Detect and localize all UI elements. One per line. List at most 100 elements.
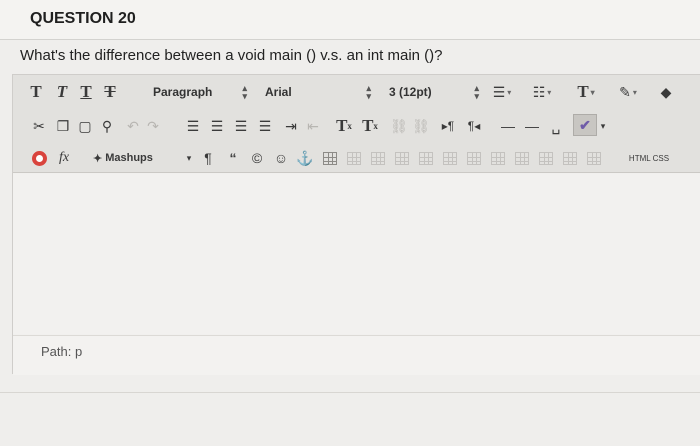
find-button[interactable]: ⚲: [97, 115, 117, 137]
anchor-button[interactable]: ⚓: [295, 147, 315, 169]
record-button[interactable]: [29, 147, 49, 169]
toolbar-row-2: ✂ ❐ ▢ ⚲ ↶ ↷ ☰ ☰ ☰ ☰ ⇥ ⇤ Tx Tx ⛓ ⛓ ▸¶ ¶◂ …: [13, 111, 700, 141]
cell-props-button[interactable]: [393, 147, 411, 169]
subscript-button[interactable]: Tx: [359, 115, 381, 137]
delete-col-icon: [539, 151, 553, 165]
delete-row-button[interactable]: [465, 147, 483, 169]
scissors-icon: ✂: [33, 117, 45, 134]
quote-icon: “: [229, 150, 237, 166]
numbered-list-button[interactable]: ☷ ▾: [529, 81, 555, 103]
align-left-button[interactable]: ☰: [183, 115, 203, 137]
paragraph-select[interactable]: Paragraph ▴ ▾: [153, 82, 249, 102]
outdent-button[interactable]: ⇤: [303, 115, 323, 137]
size-select[interactable]: 3 (12pt) ▴ ▾: [389, 82, 481, 102]
numbered-list-icon: ☷: [532, 83, 546, 100]
paste-icon: ▢: [78, 117, 92, 134]
redo-button[interactable]: ↷: [143, 115, 163, 137]
mashups-label: Mashups: [105, 152, 153, 164]
font-select-value: Arial: [265, 85, 292, 99]
rtl-button[interactable]: ¶◂: [463, 115, 485, 137]
math-formula-button[interactable]: fx: [53, 147, 75, 169]
subscript-icon: T: [362, 116, 374, 135]
blockquote-button[interactable]: “: [223, 147, 243, 169]
copy-icon: ❐: [56, 117, 70, 134]
clear-format-button[interactable]: ◆: [655, 81, 677, 103]
html-css-button[interactable]: HTML CSS: [625, 147, 673, 169]
merge-cells-icon: [587, 151, 601, 165]
record-icon: [31, 150, 47, 166]
insert-table-button[interactable]: [321, 147, 339, 169]
merge-cells-button[interactable]: [585, 147, 603, 169]
underline-button[interactable]: T: [77, 81, 95, 103]
cut-button[interactable]: ✂: [29, 115, 49, 137]
insert-col-before-button[interactable]: [489, 147, 507, 169]
bold-button[interactable]: T: [27, 81, 45, 103]
align-center-icon: ☰: [210, 117, 224, 134]
copy-button[interactable]: ❐: [53, 115, 73, 137]
highlight-button[interactable]: ✎ ▾: [613, 81, 643, 103]
row-props-icon: [371, 151, 385, 165]
table-props-icon: [347, 151, 361, 165]
strikethrough-button[interactable]: T: [101, 81, 119, 103]
select-arrows-icon: ▴ ▾: [366, 83, 371, 101]
bullet-list-icon: ☰: [492, 83, 506, 100]
search-icon: ⚲: [101, 117, 113, 134]
align-justify-button[interactable]: ☰: [255, 115, 275, 137]
align-center-button[interactable]: ☰: [207, 115, 227, 137]
paragraph-mark-button[interactable]: ¶: [199, 147, 217, 169]
size-select-value: 3 (12pt): [389, 85, 432, 99]
cell-props-icon: [395, 151, 409, 165]
path-label: Path: p: [41, 344, 83, 359]
smiley-icon: ☺: [273, 150, 289, 166]
italic-button[interactable]: T: [53, 81, 71, 103]
spellcheck-dropdown[interactable]: ▾: [597, 115, 609, 137]
chevron-down-icon: ▾: [186, 152, 192, 163]
insert-row-after-button[interactable]: [441, 147, 459, 169]
mashups-dropdown[interactable]: ▾: [183, 147, 195, 169]
font-select[interactable]: Arial ▴ ▾: [265, 82, 373, 102]
insert-col-after-button[interactable]: [513, 147, 531, 169]
horizontal-rule-icon: —: [501, 118, 515, 134]
mashups-icon: ✦: [93, 152, 103, 165]
paste-button[interactable]: ▢: [75, 115, 95, 137]
row-before-icon: [419, 151, 433, 165]
copyright-icon: ©: [251, 150, 263, 166]
line-icon: —: [525, 118, 539, 134]
superscript-button[interactable]: Tx: [333, 115, 355, 137]
indent-button[interactable]: ⇥: [281, 115, 301, 137]
row-props-button[interactable]: [369, 147, 387, 169]
insert-link-button[interactable]: ⛓: [389, 115, 409, 137]
select-arrows-icon: ▴ ▾: [242, 83, 247, 101]
select-arrows-icon: ▴ ▾: [474, 83, 479, 101]
text-color-icon: T: [577, 82, 589, 101]
special-character-button[interactable]: ©: [247, 147, 267, 169]
editor-text-area[interactable]: [13, 174, 700, 334]
mashups-menu[interactable]: ✦ Mashups: [93, 147, 183, 169]
editor-toolbar: T T T T Paragraph ▴ ▾ Arial ▴ ▾ 3 (12pt) ▴…: [13, 75, 700, 173]
ltr-button[interactable]: ▸¶: [437, 115, 459, 137]
delete-col-button[interactable]: [537, 147, 555, 169]
chevron-down-icon: ▾: [632, 87, 637, 97]
divider: [0, 392, 700, 393]
spellcheck-button[interactable]: ✔: [573, 114, 597, 136]
rtl-icon: ¶◂: [467, 119, 481, 133]
emoticon-button[interactable]: ☺: [271, 147, 291, 169]
bullet-list-button[interactable]: ☰ ▾: [489, 81, 515, 103]
split-cells-button[interactable]: [561, 147, 579, 169]
align-right-button[interactable]: ☰: [231, 115, 251, 137]
nonbreaking-space-button[interactable]: ␣: [545, 115, 567, 137]
line-button[interactable]: —: [521, 115, 543, 137]
table-props-button[interactable]: [345, 147, 363, 169]
row-after-icon: [443, 151, 457, 165]
html-css-label: HTML CSS: [628, 153, 670, 163]
horizontal-rule-button[interactable]: —: [497, 115, 519, 137]
redo-icon: ↷: [147, 117, 159, 134]
insert-row-before-button[interactable]: [417, 147, 435, 169]
unlink-button[interactable]: ⛓: [411, 115, 431, 137]
text-color-button[interactable]: T ▾: [573, 81, 599, 103]
col-after-icon: [515, 151, 529, 165]
toolbar-row-3: fx ✦ Mashups ▾ ¶ “ © ☺ ⚓ HTML CSS: [13, 143, 700, 173]
outdent-icon: ⇤: [307, 117, 319, 134]
undo-button[interactable]: ↶: [123, 115, 143, 137]
chevron-down-icon: ▾: [600, 120, 606, 131]
